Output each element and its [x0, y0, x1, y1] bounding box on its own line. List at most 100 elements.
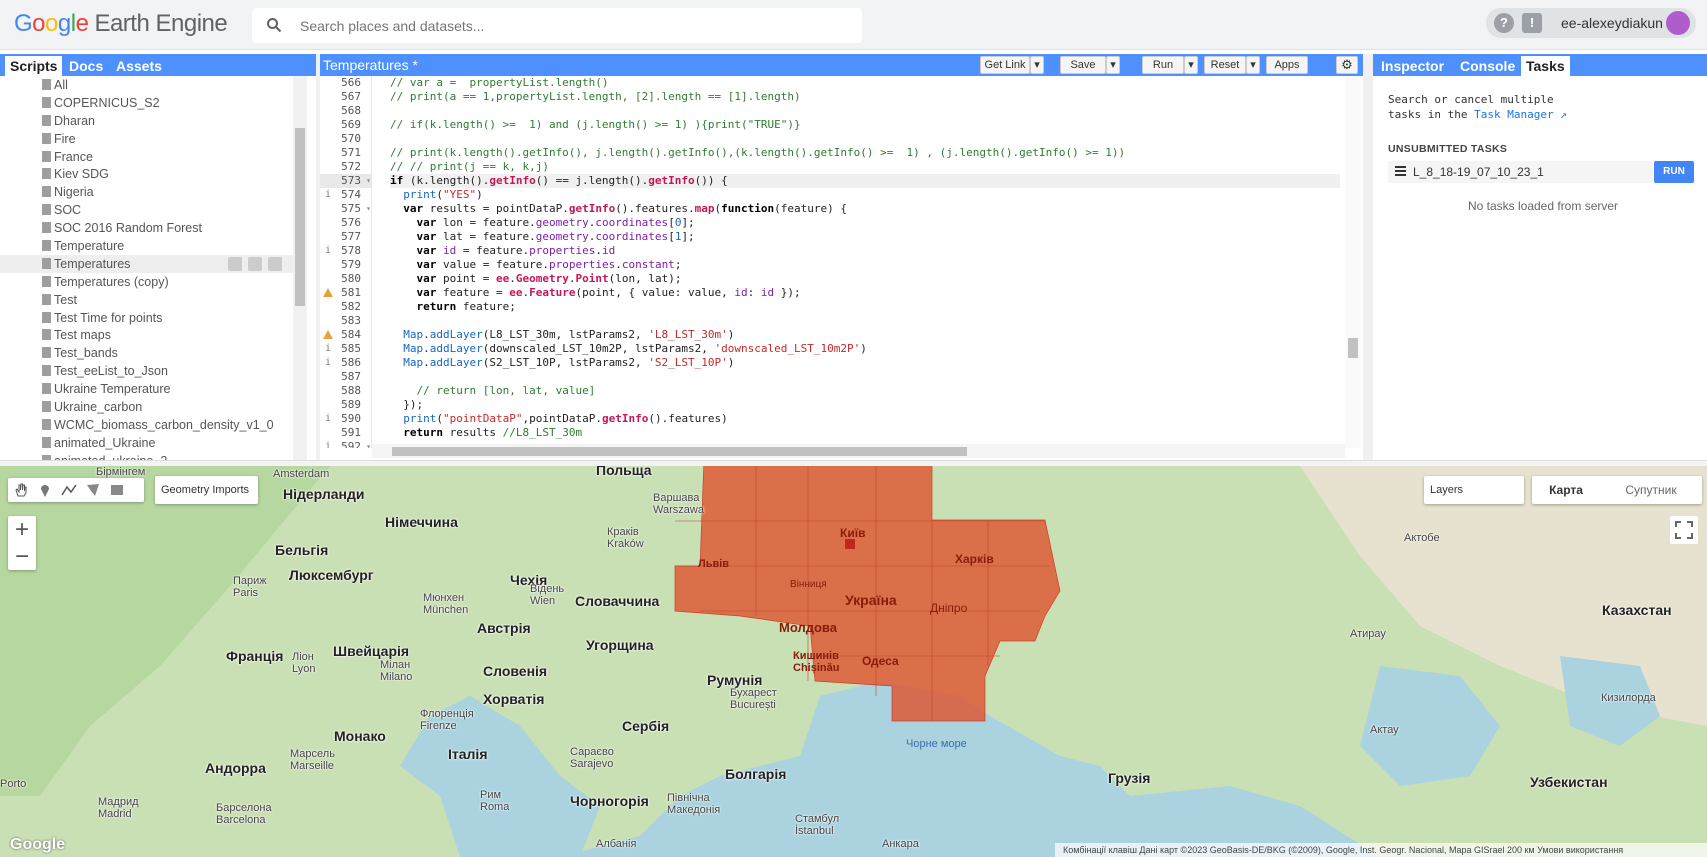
reset-button[interactable]: Reset — [1204, 56, 1246, 74]
line-number[interactable]: 575 ▾ — [320, 202, 371, 216]
panel-splitter-right[interactable] — [1363, 54, 1373, 460]
script-list-item[interactable]: WCMC_biomass_carbon_density_v1_0 — [0, 416, 295, 434]
code-line[interactable]: return results //L8_LST_30m — [390, 426, 1340, 440]
code-line[interactable]: var id = feature.properties.id — [390, 244, 1340, 258]
run-button[interactable]: Run — [1142, 56, 1184, 74]
script-list-item[interactable]: All — [0, 76, 295, 94]
tab-scripts[interactable]: Scripts — [5, 56, 63, 76]
line-number[interactable]: 571 — [320, 146, 371, 160]
code-line[interactable]: // print(k.length().getInfo(), j.length(… — [390, 146, 1340, 160]
line-number[interactable]: 589 — [320, 398, 371, 412]
line-number[interactable]: 587 — [320, 370, 371, 384]
script-list-item[interactable]: Kiev SDG — [0, 165, 295, 183]
line-number[interactable]: 584 — [320, 328, 371, 342]
line-number[interactable]: i 590 — [320, 412, 371, 426]
pan-hand-icon[interactable] — [13, 482, 29, 498]
rectangle-icon[interactable] — [109, 482, 125, 498]
code-line[interactable]: // print(a == 1,propertyList.length, [2]… — [390, 90, 1340, 104]
script-list-item[interactable]: COPERNICUS_S2 — [0, 94, 295, 112]
code-area[interactable]: // var a = propertyList.length()// print… — [390, 76, 1340, 448]
tab-docs[interactable]: Docs — [64, 56, 108, 76]
info-icon[interactable]: i — [325, 244, 331, 258]
warning-icon[interactable] — [323, 288, 333, 297]
code-line[interactable]: Map.addLayer(downscaled_LST_10m2P, lstPa… — [390, 342, 1340, 356]
polygon-icon[interactable] — [85, 482, 101, 498]
line-number[interactable]: i 592 ▾ — [320, 440, 371, 448]
search-input[interactable] — [300, 16, 840, 36]
map-view[interactable]: Бірмінгем Amsterdam Нідерланди Польща Ва… — [0, 466, 1707, 857]
info-icon[interactable]: i — [325, 342, 331, 356]
editor-horizontal-scrollbar[interactable] — [372, 444, 1345, 458]
help-icon[interactable]: ? — [1494, 13, 1514, 33]
script-list-item[interactable]: SOC — [0, 201, 295, 219]
script-list-item[interactable]: Fire — [0, 130, 295, 148]
line-number[interactable]: 572 — [320, 160, 371, 174]
settings-gear-icon[interactable]: ⚙ — [1336, 56, 1358, 74]
line-number[interactable]: 573 ▾ — [320, 174, 371, 188]
tab-inspector[interactable]: Inspector — [1376, 56, 1449, 76]
fold-arrow-icon[interactable]: ▾ — [366, 202, 371, 216]
fold-arrow-icon[interactable]: ▾ — [366, 440, 371, 448]
run-dropdown[interactable]: ▾ — [1184, 56, 1198, 74]
script-list-item[interactable]: France — [0, 148, 295, 166]
map-type-satellite-button[interactable]: Супутник — [1600, 476, 1702, 504]
line-number[interactable]: 588 — [320, 384, 371, 398]
save-button[interactable]: Save — [1060, 56, 1106, 74]
code-line[interactable]: Map.addLayer(S2_LST_10P, lstParams2, 'S2… — [390, 356, 1340, 370]
code-line[interactable]: var feature = ee.Feature(point, { value:… — [390, 286, 1340, 300]
info-icon[interactable]: i — [325, 412, 331, 426]
task-manager-link[interactable]: Task Manager — [1474, 108, 1553, 121]
line-number[interactable]: i 578 — [320, 244, 371, 258]
script-list-item[interactable]: Test_bands — [0, 344, 295, 362]
line-number[interactable]: 570 — [320, 132, 371, 146]
code-line[interactable] — [390, 104, 1340, 118]
line-number[interactable]: 581 — [320, 286, 371, 300]
layers-button[interactable]: Layers — [1424, 476, 1524, 504]
script-list-item[interactable]: SOC 2016 Random Forest — [0, 219, 295, 237]
script-list-item[interactable]: Test — [0, 291, 295, 309]
code-line[interactable] — [390, 370, 1340, 384]
script-list-item[interactable]: Ukraine Temperature — [0, 380, 295, 398]
code-line[interactable]: // if(k.length() >= 1) and (j.length() >… — [390, 118, 1340, 132]
editor-vertical-scrollbar[interactable] — [1345, 76, 1361, 448]
map-type-map-button[interactable]: Карта — [1532, 476, 1600, 504]
external-link-icon[interactable]: ↗ — [1560, 108, 1567, 121]
info-icon[interactable]: i — [325, 356, 331, 370]
code-line[interactable] — [390, 132, 1340, 146]
info-icon[interactable]: i — [325, 440, 331, 448]
line-number[interactable]: 568 — [320, 104, 371, 118]
line-number[interactable]: 566 — [320, 76, 371, 90]
user-name[interactable]: ee-alexeydiakun — [1561, 15, 1663, 31]
code-line[interactable]: var value = feature.properties.constant; — [390, 258, 1340, 272]
scrollbar-thumb[interactable] — [392, 447, 967, 456]
search-box[interactable] — [252, 8, 862, 43]
line-number[interactable]: i 585 — [320, 342, 371, 356]
geometry-imports-button[interactable]: Geometry Imports — [155, 476, 258, 504]
avatar[interactable] — [1666, 11, 1690, 35]
code-line[interactable]: print("YES") — [390, 188, 1340, 202]
history-icon[interactable] — [228, 256, 242, 271]
get-link-dropdown[interactable]: ▾ — [1030, 56, 1044, 74]
code-line[interactable]: // // print(j == k, k,j) — [390, 160, 1340, 174]
zoom-out-button[interactable]: − — [8, 543, 36, 570]
get-link-button[interactable]: Get Link — [980, 56, 1030, 74]
script-list-item[interactable]: Test maps — [0, 326, 295, 344]
marker-icon[interactable] — [37, 482, 53, 498]
script-list-item[interactable]: Temperatures (copy) — [0, 273, 295, 291]
scripts-scrollbar[interactable] — [293, 76, 307, 460]
line-number[interactable]: 583 — [320, 314, 371, 328]
code-line[interactable]: if (k.length().getInfo() == j.length().g… — [390, 174, 1340, 188]
script-list-item[interactable]: Temperatures — [0, 254, 295, 273]
script-list-item[interactable]: Test Time for points — [0, 309, 295, 327]
apps-button[interactable]: Apps — [1266, 56, 1308, 74]
script-list-item[interactable]: Temperature — [0, 237, 295, 255]
info-icon[interactable]: i — [325, 188, 331, 202]
line-number[interactable]: 569 — [320, 118, 371, 132]
line-number[interactable]: 577 — [320, 230, 371, 244]
zoom-in-button[interactable]: + — [8, 516, 36, 543]
code-line[interactable]: // var a = propertyList.length() — [390, 76, 1340, 90]
code-line[interactable]: return feature; — [390, 300, 1340, 314]
tab-tasks[interactable]: Tasks — [1521, 56, 1570, 76]
script-list-item[interactable]: Test_eeList_to_Json — [0, 362, 295, 380]
code-line[interactable]: var point = ee.Geometry.Point(lon, lat); — [390, 272, 1340, 286]
